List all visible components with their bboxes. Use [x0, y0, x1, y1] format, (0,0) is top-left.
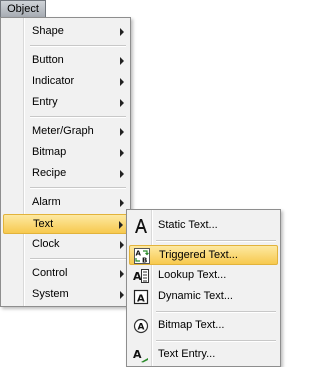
- menu-separator: [30, 187, 126, 189]
- submenu-arrow-icon: [120, 170, 124, 178]
- submenu-item-lookup-text[interactable]: A Lookup Text...: [129, 266, 278, 286]
- menu-item-label: Indicator: [32, 75, 75, 87]
- submenu-arrow-icon: [120, 149, 124, 157]
- submenu-arrow-icon: [120, 291, 124, 299]
- submenu-item-dynamic-text[interactable]: A Dynamic Text...: [129, 287, 278, 307]
- menu-item-recipe[interactable]: Recipe: [3, 164, 128, 184]
- submenu-arrow-icon: [120, 78, 124, 86]
- submenu-item-bitmap-text[interactable]: A Bitmap Text...: [129, 316, 278, 336]
- submenu-item-text-entry[interactable]: A Text Entry...: [129, 345, 278, 365]
- bitmap-text-icon: A: [133, 318, 149, 334]
- text-entry-icon: A: [133, 348, 148, 363]
- static-text-icon: [135, 219, 147, 233]
- menubar-object-label: Object: [7, 3, 39, 15]
- svg-text:A: A: [138, 323, 145, 333]
- menubar-object[interactable]: Object: [0, 0, 46, 18]
- submenu-arrow-icon: [120, 199, 124, 207]
- menu-item-alarm[interactable]: Alarm: [3, 193, 128, 213]
- menu-item-clock[interactable]: Clock: [3, 235, 128, 255]
- menu-item-label: Button: [32, 54, 64, 66]
- dynamic-text-icon: A: [133, 289, 149, 305]
- menu-item-control[interactable]: Control: [3, 264, 128, 284]
- menu-separator: [30, 258, 126, 260]
- submenu-separator: [156, 340, 276, 342]
- svg-text:A: A: [133, 270, 142, 283]
- menu-item-label: Text: [33, 218, 54, 230]
- menu-item-label: Entry: [32, 96, 58, 108]
- svg-text:A: A: [136, 250, 142, 258]
- submenu-arrow-icon: [120, 270, 124, 278]
- submenu-item-label: Bitmap Text...: [158, 319, 225, 331]
- svg-text:B: B: [142, 257, 147, 265]
- lookup-text-icon: A: [133, 269, 149, 283]
- svg-text:A: A: [133, 348, 142, 361]
- menu-item-meter-graph[interactable]: Meter/Graph: [3, 122, 128, 142]
- submenu-arrow-icon: [120, 28, 124, 36]
- submenu-item-label: Text Entry...: [158, 348, 216, 360]
- submenu-item-label: Triggered Text...: [159, 249, 238, 261]
- submenu-arrow-icon: [120, 57, 124, 65]
- menu-item-entry[interactable]: Entry: [3, 93, 128, 113]
- menu-item-label: Alarm: [32, 196, 61, 208]
- submenu-separator: [156, 240, 276, 242]
- object-menu: Shape Button Indicator Entry Meter/Graph…: [0, 17, 131, 307]
- menu-item-bitmap[interactable]: Bitmap: [3, 143, 128, 163]
- submenu-arrow-icon: [120, 99, 124, 107]
- submenu-arrow-icon: [119, 221, 123, 229]
- menu-item-shape[interactable]: Shape: [3, 22, 128, 42]
- menu-item-button[interactable]: Button: [3, 51, 128, 71]
- submenu-item-label: Dynamic Text...: [158, 290, 233, 302]
- menu-item-label: Clock: [32, 238, 60, 250]
- submenu-item-label: Lookup Text...: [158, 269, 227, 281]
- menu-separator: [30, 45, 126, 47]
- menu-item-system[interactable]: System: [3, 285, 128, 305]
- menu-separator: [30, 116, 126, 118]
- menu-item-label: System: [32, 288, 69, 300]
- menu-item-indicator[interactable]: Indicator: [3, 72, 128, 92]
- text-submenu: Static Text... A B Triggered Text... A L…: [126, 209, 281, 367]
- menu-item-label: Recipe: [32, 167, 67, 179]
- submenu-arrow-icon: [120, 128, 124, 136]
- submenu-item-label: Static Text...: [158, 219, 218, 231]
- menu-item-label: Meter/Graph: [32, 125, 94, 137]
- triggered-text-icon: A B: [134, 248, 150, 264]
- submenu-separator: [156, 311, 276, 313]
- submenu-item-static-text[interactable]: Static Text...: [129, 216, 278, 236]
- menu-item-label: Shape: [32, 25, 64, 37]
- menu-item-label: Control: [32, 267, 68, 279]
- menu-item-label: Bitmap: [32, 146, 67, 158]
- submenu-item-triggered-text[interactable]: A B Triggered Text...: [129, 245, 278, 265]
- menu-item-text[interactable]: Text: [3, 214, 128, 234]
- svg-text:A: A: [137, 294, 145, 305]
- submenu-arrow-icon: [120, 241, 124, 249]
